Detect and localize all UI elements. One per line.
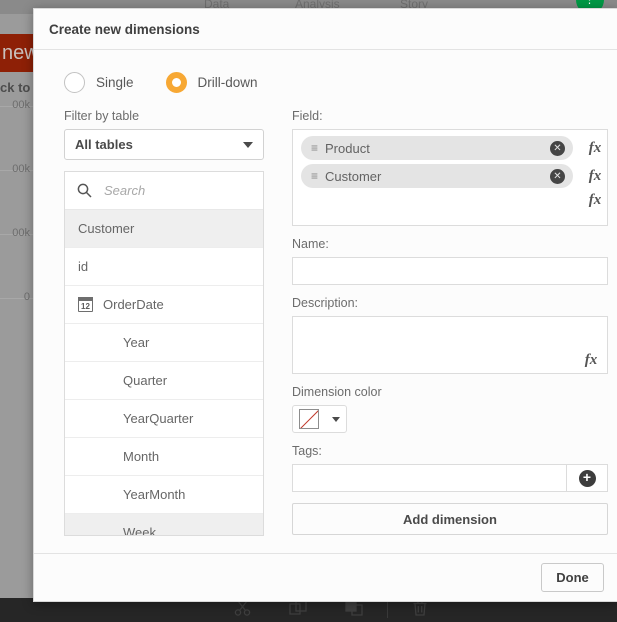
field-list-item[interactable]: Week xyxy=(65,514,263,536)
field-list-item-label: OrderDate xyxy=(103,297,164,312)
field-list-item-label: Month xyxy=(123,449,160,464)
radio-single-label: Single xyxy=(96,75,134,90)
field-chip-product[interactable]: ≡ Product ✕ xyxy=(301,136,573,160)
field-list-item-label: Customer xyxy=(78,221,135,236)
add-dimension-button[interactable]: Add dimension xyxy=(292,503,608,535)
background-chart-ytick: 00k xyxy=(12,227,30,239)
field-list-item-label: Year xyxy=(123,335,150,350)
field-search-row xyxy=(65,172,263,210)
modal-header: Create new dimensions xyxy=(34,9,617,50)
add-tag-button[interactable]: + xyxy=(566,464,608,492)
field-list-item[interactable]: Customer xyxy=(65,210,263,248)
radio-drill-down[interactable]: Drill-down xyxy=(165,72,258,93)
field-list-item[interactable]: Year xyxy=(65,324,263,362)
field-list-item[interactable]: YearMonth xyxy=(65,476,263,514)
field-list-item-label: id xyxy=(78,259,89,274)
field-chip-customer[interactable]: ≡ Customer ✕ xyxy=(301,164,573,188)
tags-row: + xyxy=(292,464,608,492)
radio-drill-down-label: Drill-down xyxy=(197,75,258,90)
field-chip-row: ≡ Product ✕ fx xyxy=(301,136,607,160)
drag-handle-icon[interactable]: ≡ xyxy=(311,169,318,183)
field-chip-label: Customer xyxy=(325,168,382,184)
field-items-container: Customer id 12 OrderDate Year Quarter YearQuar… xyxy=(65,210,263,536)
background-chart-ytick: 00k xyxy=(12,99,30,111)
plus-icon: + xyxy=(578,469,596,487)
chevron-down-icon xyxy=(332,416,340,422)
dimension-type-radio-group: Single Drill-down xyxy=(49,50,602,109)
create-dimensions-modal: Create new dimensions Single Drill-down … xyxy=(33,8,617,602)
field-list-item-label: Quarter xyxy=(123,373,168,388)
search-icon xyxy=(77,183,92,198)
table-filter-value: All tables xyxy=(75,137,133,152)
field-list-item-label: Week xyxy=(123,525,156,536)
field-list: Customerid12OrderDateYearQuarterYearQuar… xyxy=(64,171,264,536)
tags-input[interactable] xyxy=(292,464,566,492)
dimension-color-picker[interactable] xyxy=(292,405,347,433)
paste-icon[interactable] xyxy=(327,600,383,620)
field-list-item[interactable]: id xyxy=(65,248,263,286)
field-label: Field: xyxy=(292,109,323,123)
cut-icon[interactable] xyxy=(215,600,271,620)
description-label: Description: xyxy=(292,296,358,310)
add-field-row: fx xyxy=(301,192,607,216)
field-browser-panel: Filter by table All tables Customer id 12 O… xyxy=(64,109,264,536)
radio-drill-down-indicator[interactable] xyxy=(165,72,187,93)
calendar-icon: 12 xyxy=(77,296,94,312)
modal-body: Single Drill-down Filter by table All ta… xyxy=(34,50,617,553)
expression-icon[interactable]: fx xyxy=(583,140,607,157)
background-chart-ytick: 00k xyxy=(12,163,30,175)
remove-field-icon[interactable]: ✕ xyxy=(550,168,565,184)
radio-single-indicator[interactable] xyxy=(64,72,85,93)
background-chart-ytick: 0 xyxy=(23,291,30,303)
field-list-item[interactable]: Month xyxy=(65,438,263,476)
search-input[interactable] xyxy=(102,182,263,199)
name-label: Name: xyxy=(292,237,329,251)
filter-by-table-label: Filter by table xyxy=(64,109,140,123)
expression-icon[interactable]: fx xyxy=(583,168,607,185)
tags-label: Tags: xyxy=(292,444,322,458)
table-filter-select[interactable]: All tables xyxy=(64,129,264,160)
expression-icon[interactable]: fx xyxy=(583,192,607,216)
copy-icon[interactable] xyxy=(271,600,327,620)
name-input[interactable] xyxy=(292,257,608,285)
drag-handle-icon[interactable]: ≡ xyxy=(311,141,318,155)
delete-icon[interactable] xyxy=(392,600,448,620)
modal-title: Create new dimensions xyxy=(49,21,200,37)
field-chip-label: Product xyxy=(325,140,370,156)
description-input[interactable] xyxy=(293,317,607,373)
field-list-item[interactable]: Quarter xyxy=(65,362,263,400)
modal-footer: Done xyxy=(34,553,617,601)
dimension-color-label: Dimension color xyxy=(292,385,382,399)
field-chips-box: ≡ Product ✕ fx ≡ Customer ✕ fx fx xyxy=(292,129,608,226)
toolbar-divider xyxy=(387,602,388,618)
expression-icon[interactable]: fx xyxy=(579,352,603,369)
remove-field-icon[interactable]: ✕ xyxy=(550,140,565,156)
field-list-item[interactable]: 12 OrderDate xyxy=(65,286,263,324)
field-list-item-label: YearQuarter xyxy=(123,411,194,426)
modal-columns: Filter by table All tables Customer id 12 O… xyxy=(49,109,608,536)
color-swatch-icon xyxy=(299,409,319,429)
dimension-form-panel: Field: ≡ Product ✕ fx ≡ Customer ✕ fx fx… xyxy=(292,109,608,536)
chevron-down-icon xyxy=(243,141,253,148)
done-button[interactable]: Done xyxy=(541,563,604,592)
field-list-item[interactable]: YearQuarter xyxy=(65,400,263,438)
field-chip-row: ≡ Customer ✕ fx xyxy=(301,164,607,188)
field-list-item-label: YearMonth xyxy=(123,487,186,502)
description-box: fx xyxy=(292,316,608,374)
radio-single[interactable]: Single xyxy=(64,72,134,93)
